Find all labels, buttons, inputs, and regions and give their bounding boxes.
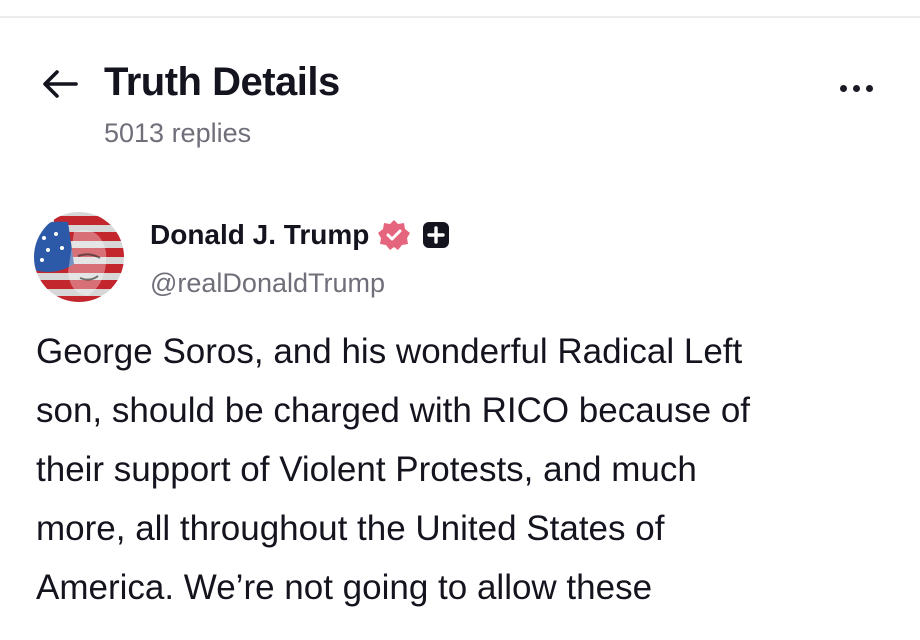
more-horizontal-icon-dot: [865, 84, 873, 92]
more-horizontal-icon: [839, 84, 847, 92]
user-handle[interactable]: @realDonaldTrump: [150, 268, 385, 299]
display-name-row: Donald J. Trump: [150, 218, 453, 252]
page-header: Truth Details 5013 replies: [0, 54, 920, 164]
page-title: Truth Details: [104, 60, 340, 104]
post-author: Donald J. Trump @realDonaldTrump: [0, 206, 920, 306]
display-name[interactable]: Donald J. Trump: [150, 219, 369, 251]
arrow-left-icon: [43, 70, 78, 98]
top-divider: [0, 16, 920, 18]
post-text: George Soros, and his wonderful Radical …: [36, 332, 751, 607]
more-horizontal-icon-dot: [852, 84, 860, 92]
reply-count: 5013 replies: [104, 118, 252, 148]
avatar[interactable]: [34, 212, 124, 302]
verified-badge-icon: [377, 218, 411, 252]
more-options-button[interactable]: [826, 66, 886, 110]
back-button[interactable]: [38, 62, 82, 106]
plus-badge-icon: [419, 218, 453, 252]
avatar-image: [34, 212, 124, 302]
